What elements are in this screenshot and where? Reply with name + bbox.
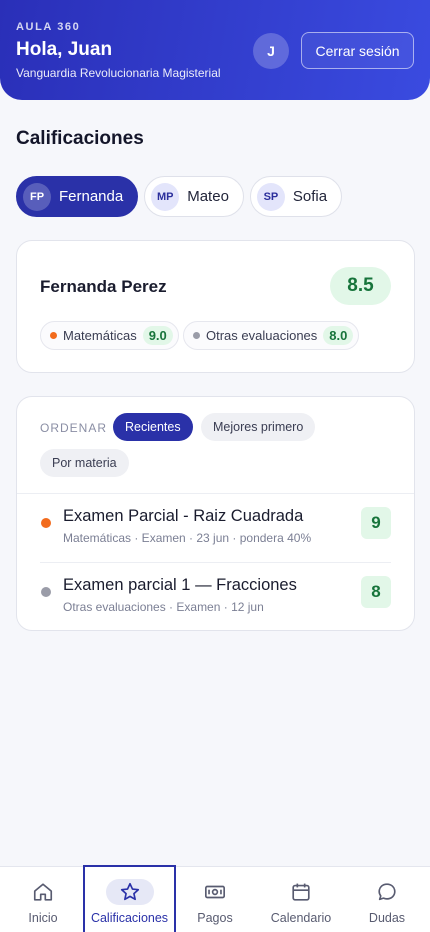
subject-color-dot <box>41 518 51 528</box>
calendar-icon <box>284 879 318 905</box>
nav-label: Pagos <box>197 911 233 925</box>
avatar[interactable]: J <box>253 33 289 69</box>
subject-chip-otras[interactable]: Otras evaluaciones 8.0 <box>183 321 360 350</box>
subject-score: 8.0 <box>323 326 354 345</box>
cash-icon <box>198 879 232 905</box>
grade-meta: Otras evaluaciones · Examen · 12 jun <box>63 600 264 614</box>
student-chip-fernanda[interactable]: FP Fernanda <box>16 176 139 217</box>
nav-label: Calendario <box>270 911 332 925</box>
student-initials: SP <box>256 182 285 211</box>
nav-item-dudas[interactable]: Dudas <box>344 867 430 932</box>
nav-label: Calificaciones <box>90 911 169 925</box>
student-selector: FP Fernanda MP Mateo SP Sofia <box>16 176 343 217</box>
grade-row[interactable]: Examen Parcial - Raiz Cuadrada Matemátic… <box>17 494 414 562</box>
subject-color-dot <box>41 587 51 597</box>
nav-label: Inicio <box>28 911 58 925</box>
star-icon <box>105 879 154 905</box>
subject-name: Otras evaluaciones <box>206 328 318 343</box>
greeting: Hola, Juan <box>16 39 113 60</box>
subject-chip-matematicas[interactable]: Matemáticas 9.0 <box>40 321 179 350</box>
nav-item-calendario[interactable]: Calendario <box>258 867 344 932</box>
grade-score: 8 <box>361 576 391 608</box>
page-title: Calificaciones <box>16 128 144 149</box>
average-badge: 8.5 <box>330 267 391 305</box>
student-initials: MP <box>151 182 180 211</box>
sort-recientes[interactable]: Recientes <box>113 413 193 441</box>
grade-title: Examen parcial 1 — Fracciones <box>63 576 297 594</box>
grades-list-card: ORDENAR Recientes Mejores primero Por ma… <box>16 396 415 631</box>
student-chip-mateo[interactable]: MP Mateo <box>144 176 244 217</box>
grade-title: Examen Parcial - Raiz Cuadrada <box>63 507 304 525</box>
student-initials: FP <box>23 182 51 211</box>
sort-por-materia[interactable]: Por materia <box>40 449 129 477</box>
brand-name: AULA 360 <box>16 21 81 33</box>
subject-name: Matemáticas <box>63 328 137 343</box>
student-summary-card: Fernanda Perez 8.5 Matemáticas 9.0 Otras… <box>16 240 415 373</box>
nav-item-calificaciones[interactable]: Calificaciones <box>83 865 176 932</box>
subject-color-dot <box>193 332 200 339</box>
student-name: Mateo <box>187 188 229 205</box>
grade-meta: Matemáticas · Examen · 23 jun · pondera … <box>63 531 312 545</box>
grade-score: 9 <box>361 507 391 539</box>
student-name: Fernanda <box>59 188 124 205</box>
subject-score: 9.0 <box>142 326 173 345</box>
grade-row[interactable]: Examen parcial 1 — Fracciones Otras eval… <box>17 563 414 631</box>
home-icon <box>26 879 60 905</box>
bottom-nav: Inicio Calificaciones Pagos Calendario D… <box>0 865 430 932</box>
organization-name: Vanguardia Revolucionaria Magisterial <box>16 66 221 80</box>
student-full-name: Fernanda Perez <box>40 277 167 296</box>
nav-item-pagos[interactable]: Pagos <box>172 867 258 932</box>
chat-bubble-icon <box>370 879 404 905</box>
nav-label: Dudas <box>368 911 406 925</box>
logout-button[interactable]: Cerrar sesión <box>301 32 414 69</box>
student-chip-sofia[interactable]: SP Sofia <box>249 176 343 217</box>
student-name: Sofia <box>292 188 328 205</box>
sort-mejores-primero[interactable]: Mejores primero <box>201 413 316 441</box>
sort-label: ORDENAR <box>40 421 108 435</box>
subject-color-dot <box>50 332 57 339</box>
nav-item-inicio[interactable]: Inicio <box>0 867 86 932</box>
app-header: AULA 360 Hola, Juan Vanguardia Revolucio… <box>0 0 430 100</box>
